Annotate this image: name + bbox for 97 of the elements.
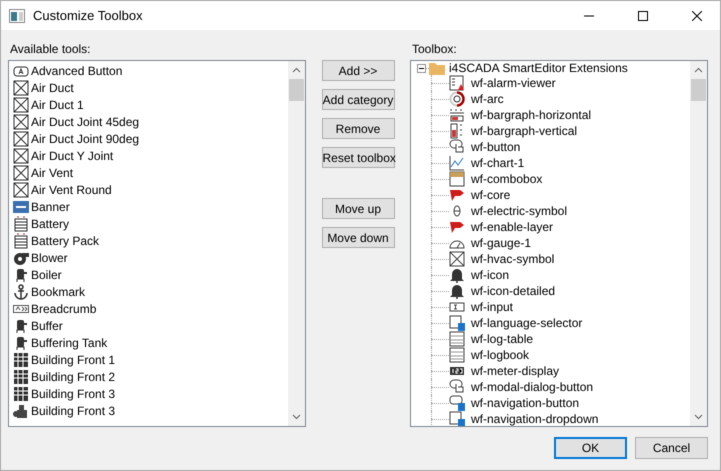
line-chart-icon <box>449 155 465 171</box>
action-button[interactable]: Add >> <box>322 60 394 81</box>
tree-item[interactable]: wf-navigation-button <box>471 396 580 410</box>
list-item[interactable]: Building Front 1 <box>31 352 116 366</box>
scroll-up-icon[interactable] <box>694 67 703 73</box>
tree-item[interactable]: wf-button <box>471 140 520 154</box>
list-item[interactable]: Air Duct Y Joint <box>31 148 114 162</box>
list-item[interactable]: Blower <box>31 250 68 264</box>
dialog-button[interactable]: Cancel <box>635 437 708 459</box>
list-item[interactable]: Air Vent Round <box>31 182 112 196</box>
duct-icon <box>13 80 29 96</box>
bell-icon <box>449 267 465 283</box>
duct-icon <box>13 182 29 198</box>
list-item[interactable]: Battery Pack <box>31 234 100 248</box>
action-button[interactable]: Reset toolbox <box>322 147 394 168</box>
tree-item[interactable]: wf-input <box>471 300 514 314</box>
list-item[interactable]: Air Duct 1 <box>31 98 84 112</box>
anchor-icon <box>13 284 29 300</box>
scroll-down-icon[interactable] <box>292 414 301 420</box>
list-item[interactable]: Buffering Tank <box>31 336 108 350</box>
list-item[interactable]: Building Front 3 <box>31 404 116 418</box>
tree-item[interactable]: wf-navigation-dropdown <box>471 412 598 426</box>
tree-item[interactable]: wf-modal-dialog-button <box>471 380 594 394</box>
collapse-icon[interactable] <box>417 64 426 72</box>
maximize-icon[interactable] <box>638 10 648 20</box>
list-label: Available tools: <box>9 41 92 58</box>
list-item[interactable]: Buffer <box>31 318 63 332</box>
bell-icon <box>449 283 465 299</box>
action-button[interactable]: Remove <box>322 118 394 139</box>
duct-icon <box>13 130 29 146</box>
tree-item[interactable]: wf-icon <box>471 268 510 282</box>
tree-item[interactable]: wf-bargraph-vertical <box>471 124 578 138</box>
list-item[interactable]: Battery <box>31 216 70 230</box>
building-icon <box>13 386 29 402</box>
navigation-icon <box>449 395 465 411</box>
list-item[interactable]: Boiler <box>31 268 62 282</box>
duct-icon <box>13 114 29 130</box>
tree-item[interactable]: wf-enable-layer <box>471 220 554 234</box>
tree-item[interactable]: wf-hvac-symbol <box>471 252 554 266</box>
tree-item[interactable]: wf-chart-1 <box>471 156 524 170</box>
scroll-down-icon[interactable] <box>694 414 703 420</box>
tree-item[interactable]: wf-core <box>471 188 510 202</box>
alarm-list-icon <box>449 75 465 91</box>
scrollbar[interactable] <box>288 61 305 426</box>
tree-item[interactable]: wf-arc <box>471 92 504 106</box>
list-item[interactable]: Bookmark <box>31 284 86 298</box>
scroll-thumb[interactable] <box>289 79 304 101</box>
tree-item[interactable]: wf-logbook <box>471 348 530 362</box>
duct-icon <box>13 96 29 112</box>
list-item[interactable]: Advanced Button <box>31 64 122 78</box>
app-icon <box>9 8 25 22</box>
window-title: Customize Toolbox <box>33 8 144 23</box>
tree-item[interactable]: wf-meter-display <box>471 364 560 378</box>
action-button[interactable]: Move up <box>322 198 394 219</box>
list-item[interactable]: Banner <box>31 200 70 214</box>
list-item[interactable]: Air Vent <box>31 166 74 180</box>
list-item[interactable]: Breadcrumb <box>31 302 96 316</box>
tree-item[interactable]: wf-electric-symbol <box>471 204 568 218</box>
horizontal-bar-icon <box>449 107 465 123</box>
blocks-icon <box>13 402 29 418</box>
list-item[interactable]: Building Front 3 <box>31 386 116 400</box>
selector-icon <box>449 411 465 426</box>
tree-item[interactable]: wf-gauge-1 <box>471 236 532 250</box>
toolbox-label: Toolbox: <box>411 41 458 58</box>
tree-item[interactable]: wf-bargraph-horizontal <box>471 108 592 122</box>
tree-item[interactable]: wf-combobox <box>471 172 542 186</box>
tree-item[interactable]: wf-language-selector <box>471 316 582 330</box>
flag-icon <box>449 219 465 235</box>
building-icon <box>13 368 29 384</box>
arc-icon <box>449 91 465 107</box>
flag-icon <box>449 187 465 203</box>
tree-item[interactable]: wf-icon-detailed <box>471 284 556 298</box>
battery-icon <box>13 232 29 248</box>
tree-item[interactable]: wf-alarm-viewer <box>471 76 556 90</box>
list-item[interactable]: Building Front 2 <box>31 370 116 384</box>
building-icon <box>13 352 29 368</box>
dropdown-icon <box>449 171 465 187</box>
vertical-bar-icon <box>449 123 465 139</box>
scroll-up-icon[interactable] <box>292 67 301 73</box>
dialog-button[interactable]: OK <box>554 437 627 459</box>
action-button[interactable]: Move down <box>322 227 394 248</box>
hvac-icon <box>449 251 465 267</box>
battery-icon <box>13 216 29 232</box>
close-icon[interactable] <box>692 10 702 20</box>
duct-icon <box>13 164 29 180</box>
folder-icon <box>429 61 445 75</box>
scrollbar[interactable] <box>690 61 707 426</box>
tree-item[interactable]: wf-log-table <box>471 332 534 346</box>
action-button[interactable]: Add category <box>322 89 394 110</box>
selector-icon <box>449 315 465 331</box>
duct-icon <box>13 148 29 164</box>
scroll-thumb[interactable] <box>691 79 706 101</box>
list-item[interactable]: Air Duct <box>31 80 74 94</box>
tree-item[interactable]: i4SCADA SmartEditor Extensions <box>449 61 628 75</box>
banner-icon <box>13 198 29 214</box>
list-item[interactable]: Air Duct Joint 45deg <box>31 114 140 128</box>
list-item[interactable]: Air Duct Joint 90deg <box>31 132 140 146</box>
